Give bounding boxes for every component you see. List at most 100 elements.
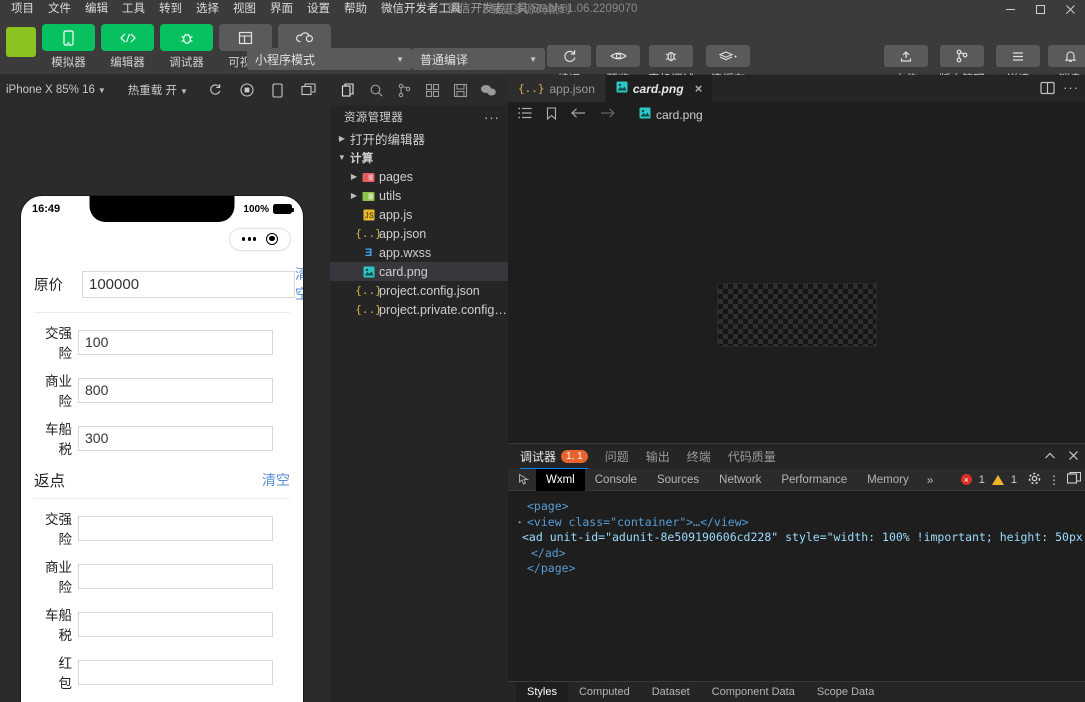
- styles-tab-scope-data[interactable]: Scope Data: [806, 682, 885, 702]
- tree-item-utils[interactable]: ▶ utils: [330, 186, 508, 205]
- more-dots-icon[interactable]: [241, 237, 257, 241]
- close-icon[interactable]: [1055, 0, 1085, 18]
- split-editor-icon[interactable]: [1040, 81, 1055, 95]
- styles-tab-styles[interactable]: Styles: [516, 681, 568, 702]
- bookmark-icon[interactable]: [546, 106, 557, 123]
- json-icon: {..}: [518, 82, 545, 95]
- devtools-tab-performance[interactable]: Performance: [771, 469, 857, 491]
- tree-item-app-json[interactable]: {..} app.json: [330, 224, 508, 243]
- multi-screen-icon[interactable]: [301, 83, 316, 97]
- tree-item-app-wxss[interactable]: Ǝ app.wxss: [330, 243, 508, 262]
- menu-item-settings[interactable]: 设置: [300, 0, 337, 18]
- panel-tab-terminal[interactable]: 终端: [687, 444, 711, 469]
- minimize-icon[interactable]: [995, 0, 1025, 18]
- save-icon[interactable]: [446, 76, 474, 104]
- editor-tab-card-png[interactable]: card.png ×: [605, 75, 714, 102]
- styles-tab-dataset[interactable]: Dataset: [641, 682, 701, 702]
- close-icon[interactable]: [1068, 448, 1079, 466]
- menu-item-help[interactable]: 帮助: [337, 0, 374, 18]
- menu-item-edit[interactable]: 编辑: [78, 0, 115, 18]
- forward-icon[interactable]: [600, 107, 615, 122]
- rebate-input-shangye[interactable]: [78, 563, 273, 589]
- fee-label-chechuan: 车船税: [45, 422, 72, 457]
- devtools-tab-wxml[interactable]: Wxml: [536, 468, 585, 491]
- devtools-tab-sources[interactable]: Sources: [647, 469, 709, 491]
- explorer-header: 资源管理器 ···: [330, 105, 508, 129]
- tree-item-project-private-config[interactable]: {..} project.private.config.js...: [330, 300, 508, 319]
- overflow-icon[interactable]: »: [919, 473, 942, 487]
- tree-section-open-editors[interactable]: ▶ 打开的编辑器: [330, 129, 508, 148]
- layout-icon: [219, 24, 272, 51]
- menu-item-interface[interactable]: 界面: [263, 0, 300, 18]
- mode-select[interactable]: 小程序模式 ▼: [247, 48, 412, 70]
- device-select[interactable]: iPhone X 85% 16 ▼: [0, 84, 106, 96]
- wechat-capsule[interactable]: [229, 227, 291, 251]
- original-price-input[interactable]: [82, 270, 295, 298]
- fee-input-shangye[interactable]: [78, 377, 273, 403]
- explorer-panel: 资源管理器 ··· ▶ 打开的编辑器 ▼ 计算 ▶ pages ▶ utils …: [330, 75, 508, 702]
- tree-item-project-config[interactable]: {..} project.config.json: [330, 281, 508, 300]
- tree-item-pages[interactable]: ▶ pages: [330, 167, 508, 186]
- outline-icon[interactable]: [518, 107, 532, 122]
- fee-input-chechuan[interactable]: [78, 425, 273, 451]
- back-icon[interactable]: [571, 107, 586, 122]
- menu-item-devtools[interactable]: 微信开发者工具: [374, 0, 469, 18]
- editor-tab-app-json[interactable]: {..} app.json: [508, 75, 606, 102]
- json-icon: {..}: [355, 227, 382, 240]
- menu-item-goto[interactable]: 转到: [152, 0, 189, 18]
- capsule-row: [21, 222, 303, 256]
- kebab-icon[interactable]: ⋮: [1048, 473, 1060, 487]
- source-control-icon[interactable]: [390, 76, 418, 104]
- menu-item-view[interactable]: 视图: [226, 0, 263, 18]
- chevron-right-icon[interactable]: ▸: [518, 515, 527, 531]
- rebate-input-chechuan[interactable]: [78, 611, 273, 637]
- fee-input-jiaoqiang[interactable]: [78, 329, 273, 355]
- toolbar-editor-button[interactable]: 编辑器: [101, 24, 154, 70]
- menu-item-file[interactable]: 文件: [41, 0, 78, 18]
- panel-tab-output[interactable]: 输出: [646, 444, 670, 469]
- more-icon[interactable]: ···: [484, 110, 500, 125]
- menu-item-project[interactable]: 项目: [4, 0, 41, 18]
- maximize-icon[interactable]: [1025, 0, 1055, 18]
- close-target-icon[interactable]: [266, 233, 279, 245]
- tree-item-card-png[interactable]: card.png: [330, 262, 508, 281]
- panel-tab-code-quality[interactable]: 代码质量: [728, 444, 776, 469]
- dock-icon[interactable]: [1066, 471, 1082, 487]
- rebate-input-hongbao[interactable]: [78, 659, 273, 685]
- hot-reload-select[interactable]: 热重载 开 ▼: [106, 82, 188, 98]
- rotate-icon[interactable]: [272, 82, 283, 98]
- tree-item-label: app.json: [379, 226, 427, 241]
- chevron-down-icon: ▼: [529, 54, 537, 64]
- clear-rebate-button[interactable]: 清空: [262, 470, 290, 490]
- devtools-tab-network[interactable]: Network: [709, 469, 771, 491]
- tree-item-app-js[interactable]: JS app.js: [330, 205, 508, 224]
- devtools-tab-memory[interactable]: Memory: [857, 469, 919, 491]
- search-icon[interactable]: [362, 76, 390, 104]
- element-picker-icon[interactable]: [512, 473, 536, 486]
- wechat-icon[interactable]: [474, 76, 502, 104]
- more-icon[interactable]: ···: [1063, 80, 1083, 95]
- clear-price-button[interactable]: 清空: [295, 264, 303, 304]
- compile-mode-select[interactable]: 普通编译 ▼: [412, 48, 545, 70]
- panel-tab-problems[interactable]: 问题: [605, 444, 629, 469]
- menu-item-tools[interactable]: 工具: [115, 0, 152, 18]
- breadcrumb-file[interactable]: card.png: [639, 107, 703, 122]
- toolbar-debugger-button[interactable]: 调试器: [160, 24, 213, 70]
- wechat-devtools-window: 项目 文件 编辑 工具 转到 选择 视图 界面 设置 帮助 微信开发者工具 下载…: [0, 0, 1085, 702]
- menu-item-select[interactable]: 选择: [189, 0, 226, 18]
- refresh-icon[interactable]: [208, 83, 222, 97]
- toolbar-simulator-button[interactable]: 模拟器: [42, 24, 95, 70]
- gear-icon[interactable]: [1024, 472, 1041, 488]
- tree-section-project[interactable]: ▼ 计算: [330, 148, 508, 167]
- rebate-input-jiaoqiang[interactable]: [78, 515, 273, 541]
- files-icon[interactable]: [334, 76, 362, 104]
- styles-tab-computed[interactable]: Computed: [568, 682, 641, 702]
- devtools-tab-console[interactable]: Console: [585, 469, 647, 491]
- extensions-icon[interactable]: [418, 76, 446, 104]
- panel-tab-debugger[interactable]: 调试器 1, 1: [520, 444, 588, 469]
- styles-tab-component-data[interactable]: Component Data: [701, 682, 806, 702]
- chevron-up-icon[interactable]: [1044, 448, 1056, 466]
- panel-tab-label: 终端: [686, 450, 711, 464]
- record-icon[interactable]: [240, 83, 254, 97]
- close-icon[interactable]: ×: [695, 81, 703, 96]
